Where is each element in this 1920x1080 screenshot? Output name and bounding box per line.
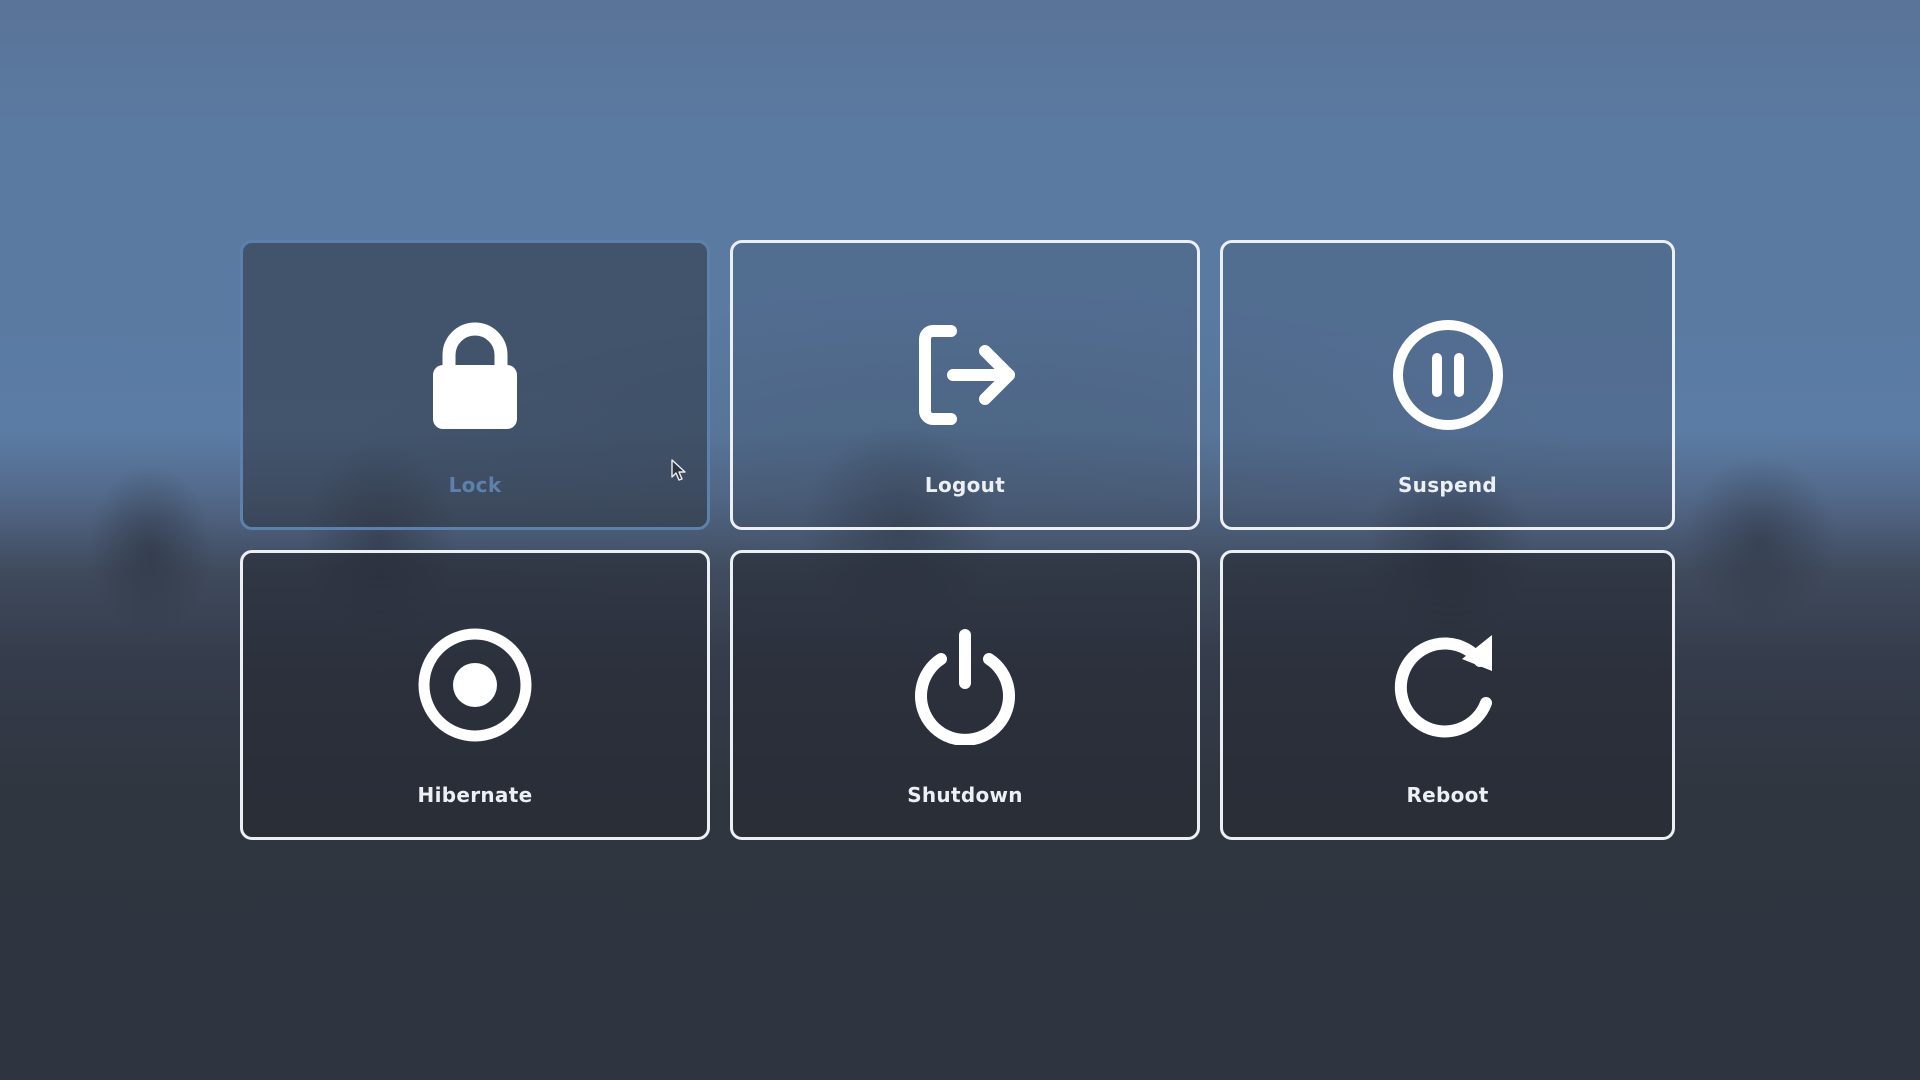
reboot-button[interactable]: Reboot	[1220, 550, 1675, 840]
power-icon	[905, 625, 1025, 745]
hibernate-label: Hibernate	[417, 783, 533, 807]
suspend-label: Suspend	[1397, 473, 1498, 497]
lock-label: Lock	[448, 473, 502, 497]
lock-button[interactable]: Lock	[240, 240, 710, 530]
logout-label: Logout	[924, 473, 1006, 497]
record-circle-icon	[415, 625, 535, 745]
reboot-icon	[1388, 625, 1508, 745]
hibernate-button[interactable]: Hibernate	[240, 550, 710, 840]
reboot-label: Reboot	[1406, 783, 1489, 807]
lock-icon	[415, 315, 535, 435]
suspend-button[interactable]: Suspend	[1220, 240, 1675, 530]
logout-icon	[905, 315, 1025, 435]
shutdown-button[interactable]: Shutdown	[730, 550, 1200, 840]
logout-button[interactable]: Logout	[730, 240, 1200, 530]
pause-circle-icon	[1388, 315, 1508, 435]
power-menu-grid: Lock Logout Suspend Hibernate Shutdown R…	[240, 240, 1680, 840]
mouse-pointer-icon	[671, 459, 687, 483]
shutdown-label: Shutdown	[907, 783, 1023, 807]
